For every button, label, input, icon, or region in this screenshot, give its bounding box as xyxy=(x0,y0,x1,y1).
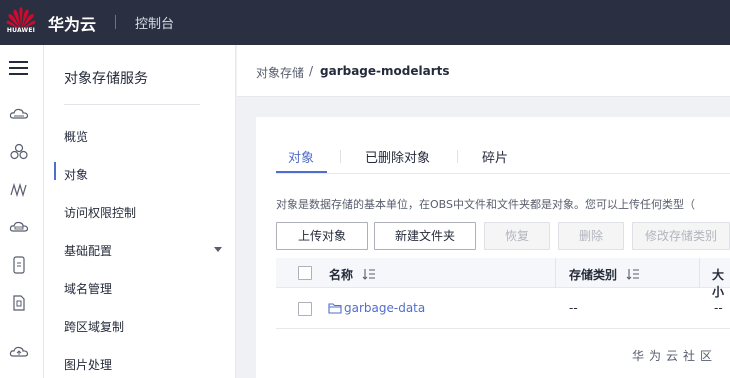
column-divider xyxy=(555,258,556,288)
header-divider xyxy=(115,15,116,29)
delete-button[interactable]: 删除 xyxy=(558,222,624,250)
breadcrumb-separator: / xyxy=(309,64,314,78)
cloud-upload-icon[interactable] xyxy=(9,342,29,362)
folder-icon xyxy=(328,303,342,314)
table-row[interactable]: garbage-data -- -- xyxy=(276,289,730,329)
service-title: 对象存储服务 xyxy=(64,71,148,87)
size-value: -- xyxy=(714,301,723,315)
nav-item-overview[interactable]: 概览 xyxy=(64,128,236,145)
watermark-text: 华为云社区 xyxy=(632,349,718,363)
table-header: 名称 存储类别 大小 xyxy=(276,258,730,299)
breadcrumb-current: garbage-modelarts xyxy=(320,64,450,78)
sort-icon[interactable] xyxy=(362,268,376,280)
nav-item-image-processing[interactable]: 图片处理 xyxy=(64,356,236,373)
nav-item-basic-config[interactable]: 基础配置 xyxy=(64,242,236,259)
select-all-checkbox[interactable] xyxy=(298,266,312,280)
tab-divider xyxy=(340,150,341,163)
tab-divider xyxy=(457,150,458,163)
nodes-icon[interactable] xyxy=(9,142,29,162)
nav-divider xyxy=(64,104,200,105)
brand-name[interactable]: 华为云 xyxy=(48,11,96,35)
huawei-logo-icon[interactable] xyxy=(6,6,36,40)
restore-button[interactable]: 恢复 xyxy=(484,222,550,250)
nav-active-indicator xyxy=(54,162,56,180)
storage-class-value: -- xyxy=(569,301,578,315)
change-storage-class-button[interactable]: 修改存储类别 xyxy=(632,222,730,250)
column-divider xyxy=(699,258,700,288)
object-list-panel: 对象 已删除对象 碎片 对象是数据存储的基本单位，在OBS中文件和文件夹都是对象… xyxy=(256,117,730,378)
column-name[interactable]: 名称 xyxy=(329,266,353,283)
tab-objects[interactable]: 对象 xyxy=(288,147,314,166)
breadcrumb-root[interactable]: 对象存储 xyxy=(256,64,304,81)
new-folder-button[interactable]: 新建文件夹 xyxy=(374,222,476,250)
breadcrumb: 对象存储 / garbage-modelarts xyxy=(237,45,730,97)
nav-item-cross-region[interactable]: 跨区域复制 xyxy=(64,318,236,335)
menu-icon[interactable] xyxy=(9,61,28,76)
service-nav: 对象存储服务 概览 对象 访问权限控制 基础配置 域名管理 跨区域复制 图片处理 xyxy=(44,45,236,378)
nav-item-objects[interactable]: 对象 xyxy=(64,166,236,183)
document-icon[interactable] xyxy=(9,293,29,313)
sort-icon[interactable] xyxy=(626,268,640,280)
console-link[interactable]: 控制台 xyxy=(135,13,174,32)
phone-icon[interactable] xyxy=(9,255,29,275)
tabs-baseline xyxy=(276,173,730,174)
nav-item-access-control[interactable]: 访问权限控制 xyxy=(64,204,236,221)
top-bar: HUAWEI 华为云 控制台 xyxy=(0,0,730,45)
tab-deleted-objects[interactable]: 已删除对象 xyxy=(365,147,430,166)
row-checkbox[interactable] xyxy=(298,302,312,316)
tab-fragments[interactable]: 碎片 xyxy=(482,147,508,166)
upload-object-button[interactable]: 上传对象 xyxy=(276,222,368,250)
objects-description: 对象是数据存储的基本单位，在OBS中文件和文件夹都是对象。您可以上传任何类型（ xyxy=(276,198,695,211)
service-icon-rail xyxy=(0,45,44,378)
nav-item-domain[interactable]: 域名管理 xyxy=(64,280,236,297)
logo-text: HUAWEI xyxy=(6,27,36,34)
chevron-down-icon[interactable] xyxy=(214,247,222,252)
object-name-link[interactable]: garbage-data xyxy=(344,301,425,315)
column-storage-class[interactable]: 存储类别 xyxy=(569,266,617,283)
stack-icon[interactable] xyxy=(9,180,29,200)
cloud-db-icon[interactable] xyxy=(9,217,29,237)
cloud-drive-icon[interactable] xyxy=(9,105,29,125)
